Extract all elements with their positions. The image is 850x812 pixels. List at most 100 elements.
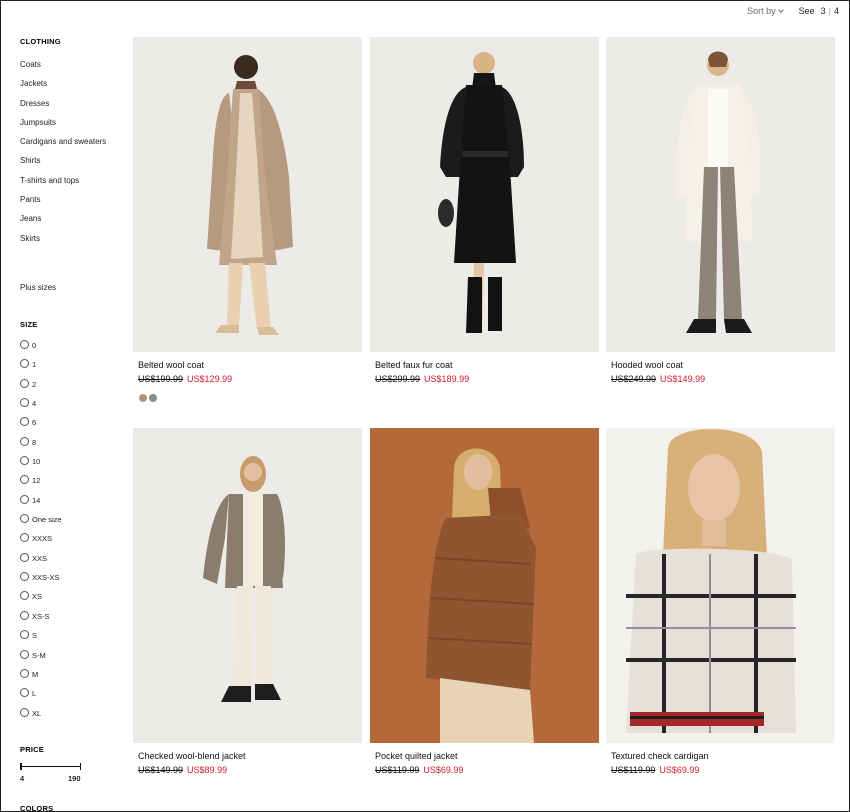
sort-by-dropdown[interactable]: Sort by bbox=[747, 6, 784, 16]
category-coats[interactable]: Coats bbox=[20, 60, 106, 79]
size-option[interactable]: S-M bbox=[20, 649, 62, 669]
size-label: 6 bbox=[32, 418, 37, 428]
size-label: M bbox=[32, 669, 39, 679]
product-prices: US$119.99 US$69.99 bbox=[375, 765, 463, 775]
size-label: 4 bbox=[32, 399, 37, 409]
filter-sidebar: CLOTHING Coats Jackets Dresses Jumpsuits… bbox=[20, 1, 125, 812]
size-option[interactable]: XL bbox=[20, 707, 62, 727]
product-name[interactable]: Belted wool coat bbox=[138, 360, 204, 370]
model-figure bbox=[426, 448, 536, 743]
size-label: XXS-XS bbox=[32, 573, 60, 583]
model-figure bbox=[626, 428, 796, 733]
radio-button[interactable] bbox=[20, 475, 29, 485]
product-card: Belted wool coat US$199.99 US$129.99 bbox=[133, 37, 362, 402]
category-shirts[interactable]: Shirts bbox=[20, 156, 106, 175]
category-jackets[interactable]: Jackets bbox=[20, 79, 106, 98]
radio-button[interactable] bbox=[20, 417, 29, 427]
category-jeans[interactable]: Jeans bbox=[20, 214, 106, 233]
product-image[interactable] bbox=[133, 37, 362, 352]
product-image[interactable] bbox=[133, 428, 362, 743]
radio-button[interactable] bbox=[20, 688, 29, 698]
size-label: XXS bbox=[32, 553, 48, 563]
product-card: Checked wool-blend jacket US$149.99 US$89… bbox=[133, 428, 362, 775]
radio-button[interactable] bbox=[20, 649, 29, 659]
original-price: US$119.99 bbox=[375, 765, 420, 775]
size-option[interactable]: 0 bbox=[20, 340, 62, 359]
price-slider-track bbox=[20, 765, 81, 767]
size-label: 2 bbox=[32, 379, 37, 389]
plus-sizes-link[interactable]: Plus sizes bbox=[20, 283, 56, 292]
category-cardigans-sweaters[interactable]: Cardigans and sweaters bbox=[20, 137, 106, 156]
size-label: 14 bbox=[32, 495, 41, 505]
radio-button[interactable] bbox=[20, 533, 29, 543]
category-dresses[interactable]: Dresses bbox=[20, 99, 106, 118]
radio-button[interactable] bbox=[20, 456, 29, 466]
product-card: Pocket quilted jacket US$119.99 US$69.99 bbox=[370, 428, 599, 775]
size-option[interactable]: XS-S bbox=[20, 610, 62, 630]
product-name[interactable]: Textured check cardigan bbox=[611, 751, 709, 761]
radio-button[interactable] bbox=[20, 436, 29, 446]
category-tshirts-tops[interactable]: T-shirts and tops bbox=[20, 176, 106, 195]
view-4-columns-option[interactable]: 4 bbox=[834, 6, 839, 16]
size-option[interactable]: 8 bbox=[20, 436, 62, 456]
sort-by-label: Sort by bbox=[747, 6, 776, 16]
model-figure bbox=[438, 52, 524, 333]
size-option[interactable]: 12 bbox=[20, 475, 62, 494]
product-name[interactable]: Hooded wool coat bbox=[611, 360, 683, 370]
size-option[interactable]: XS bbox=[20, 591, 62, 610]
product-image[interactable] bbox=[606, 428, 835, 743]
price-range-slider[interactable] bbox=[20, 763, 81, 770]
category-jumpsuits[interactable]: Jumpsuits bbox=[20, 118, 106, 137]
size-option[interactable]: 6 bbox=[20, 417, 62, 436]
original-price: US$249.99 bbox=[611, 374, 657, 384]
size-option[interactable]: 2 bbox=[20, 378, 62, 398]
radio-button[interactable] bbox=[20, 398, 29, 408]
size-option[interactable]: 14 bbox=[20, 494, 62, 514]
product-image[interactable] bbox=[606, 37, 835, 352]
see-label: See bbox=[798, 6, 815, 16]
size-option[interactable]: 1 bbox=[20, 359, 62, 378]
color-swatch-camel[interactable] bbox=[139, 394, 147, 402]
radio-button[interactable] bbox=[20, 610, 29, 620]
product-name[interactable]: Checked wool-blend jacket bbox=[138, 751, 246, 761]
size-option[interactable]: M bbox=[20, 668, 62, 688]
size-filter-list: 0 1 2 4 6 8 10 12 14 One size XXXS XXS X… bbox=[20, 340, 62, 727]
original-price: US$119.99 bbox=[611, 765, 656, 775]
radio-button[interactable] bbox=[20, 668, 29, 678]
category-skirts[interactable]: Skirts bbox=[20, 234, 106, 253]
radio-button[interactable] bbox=[20, 707, 29, 717]
sale-price: US$89.99 bbox=[187, 765, 228, 775]
size-label: One size bbox=[32, 515, 62, 525]
product-name[interactable]: Pocket quilted jacket bbox=[375, 751, 458, 761]
size-option[interactable]: 4 bbox=[20, 398, 62, 417]
size-option[interactable]: 10 bbox=[20, 456, 62, 475]
product-image[interactable] bbox=[370, 428, 599, 743]
color-swatch-grey[interactable] bbox=[149, 394, 157, 402]
size-option[interactable]: XXS-XS bbox=[20, 572, 62, 591]
size-option[interactable]: L bbox=[20, 688, 62, 707]
radio-button[interactable] bbox=[20, 494, 29, 504]
radio-button[interactable] bbox=[20, 552, 29, 562]
radio-button[interactable] bbox=[20, 340, 29, 349]
radio-button[interactable] bbox=[20, 630, 29, 640]
size-option[interactable]: XXXS bbox=[20, 533, 62, 552]
radio-button[interactable] bbox=[20, 572, 29, 582]
size-option[interactable]: XXS bbox=[20, 552, 62, 572]
radio-button[interactable] bbox=[20, 514, 29, 524]
radio-button[interactable] bbox=[20, 591, 29, 601]
radio-button[interactable] bbox=[20, 378, 29, 388]
price-min-handle[interactable] bbox=[20, 763, 22, 770]
price-max-handle[interactable] bbox=[79, 763, 81, 770]
size-option[interactable]: S bbox=[20, 630, 62, 649]
size-option[interactable]: One size bbox=[20, 514, 62, 533]
product-image[interactable] bbox=[370, 37, 599, 352]
product-name[interactable]: Belted faux fur coat bbox=[375, 360, 453, 370]
size-label: 8 bbox=[32, 437, 37, 447]
radio-button[interactable] bbox=[20, 359, 29, 369]
size-label: S bbox=[32, 631, 38, 641]
color-swatches bbox=[139, 394, 159, 402]
category-list: Coats Jackets Dresses Jumpsuits Cardigan… bbox=[20, 60, 106, 253]
category-pants[interactable]: Pants bbox=[20, 195, 106, 214]
model-figure bbox=[676, 51, 761, 333]
view-3-columns-option[interactable]: 3 bbox=[821, 6, 826, 16]
